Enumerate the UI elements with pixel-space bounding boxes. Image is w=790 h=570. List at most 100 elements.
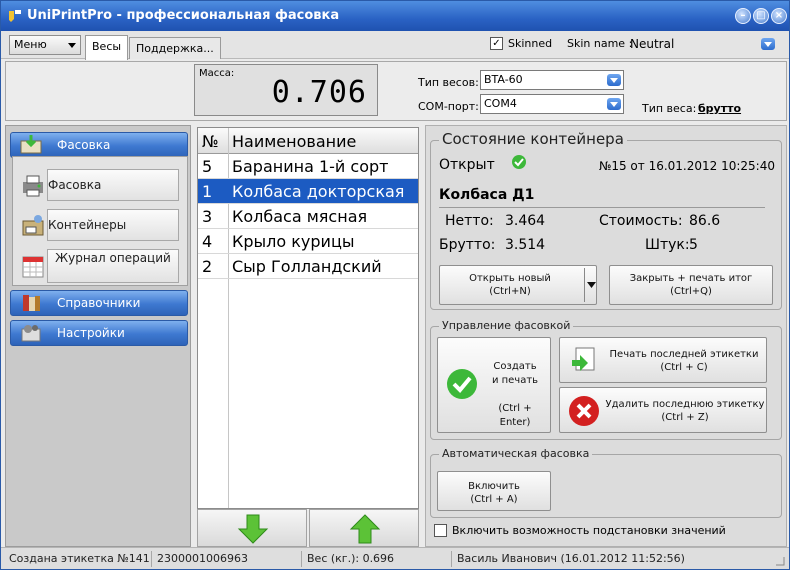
list-item[interactable]: 3 Колбаса мясная <box>198 204 418 229</box>
enable-line1: Включить <box>468 481 520 492</box>
mass-label: Масса: <box>199 68 235 79</box>
item-name: Крыло курицы <box>232 232 355 251</box>
count-value: 5 <box>689 237 698 253</box>
com-port-value: COM4 <box>484 97 517 110</box>
fasovka-submenu: Фасовка Контейнеры Журнал операций <box>12 156 188 286</box>
brutto-value: 3.514 <box>505 237 546 253</box>
nav-fasovka[interactable]: Фасовка <box>10 132 188 158</box>
netto-value: 3.464 <box>505 213 546 229</box>
close-print-text: Закрыть + печать итог (Ctrl+Q) <box>610 272 772 298</box>
list-item[interactable]: 2 Сыр Голландский <box>198 254 418 279</box>
nav-spravochniki[interactable]: Справочники <box>10 290 188 316</box>
calendar-icon <box>22 256 44 278</box>
open-new-line1: Открыть новый <box>469 273 551 284</box>
delete-last-button[interactable]: Удалить последнюю этикетку (Ctrl + Z) <box>559 387 767 433</box>
sub-label: Журнал операций <box>55 251 171 265</box>
print-last-line2: (Ctrl + C) <box>660 362 708 373</box>
arrow-up-icon <box>349 514 381 544</box>
move-down-button[interactable] <box>197 509 307 547</box>
delete-icon <box>569 396 599 426</box>
nav-nastroiki[interactable]: Настройки <box>10 320 188 346</box>
delete-last-text: Удалить последнюю этикетку (Ctrl + Z) <box>602 398 768 424</box>
status-separator <box>301 551 302 567</box>
sub-containers[interactable]: Контейнеры <box>22 209 179 241</box>
delete-last-line2: (Ctrl + Z) <box>661 412 709 423</box>
nav-label: Справочники <box>57 296 141 310</box>
dropdown-arrow-icon <box>607 74 621 86</box>
split-divider <box>584 268 585 302</box>
item-number: 2 <box>202 257 213 276</box>
printer-icon <box>23 175 43 197</box>
skinned-label: Skinned <box>508 37 553 50</box>
right-panel: Состояние контейнера Открыт №15 от 16.01… <box>425 125 787 547</box>
sub-journal[interactable]: Журнал операций <box>22 249 179 283</box>
sub-label: Фасовка <box>48 178 102 192</box>
auto-title: Автоматическая фасовка <box>439 447 593 460</box>
skin-name-label: Skin name : <box>567 37 633 50</box>
app-window: UniPrintPro - профессиональная фасовка –… <box>0 0 790 570</box>
close-print-button[interactable]: Закрыть + печать итог (Ctrl+Q) <box>609 265 773 305</box>
window-title: UniPrintPro - профессиональная фасовка <box>27 8 340 23</box>
skin-dropdown-icon[interactable] <box>761 38 775 50</box>
status-separator <box>451 551 452 567</box>
app-icon <box>9 10 21 22</box>
print-last-text: Печать последней этикетки (Ctrl + C) <box>600 348 768 374</box>
maximize-button[interactable]: □ <box>753 8 769 24</box>
dropdown-arrow-icon <box>607 98 621 110</box>
item-name: Баранина 1-й сорт <box>232 157 389 176</box>
mass-value: 0.706 <box>271 75 367 110</box>
open-new-text: Открыть новый (Ctrl+N) <box>440 272 580 298</box>
enable-auto-button[interactable]: Включить (Ctrl + A) <box>437 471 551 511</box>
chevron-down-icon[interactable] <box>587 282 596 288</box>
packing-title: Управление фасовкой <box>439 319 574 332</box>
enable-line2: (Ctrl + A) <box>470 494 518 505</box>
sub-fasovka[interactable]: Фасовка <box>23 169 179 201</box>
divider <box>439 207 765 208</box>
tab-vesy[interactable]: Весы <box>85 35 129 60</box>
tab-support[interactable]: Поддержка... <box>129 37 221 59</box>
list-item[interactable]: 1 Колбаса докторская <box>198 179 418 204</box>
status-bar: Создана этикетка №141 2300001006963 Вес … <box>1 547 789 569</box>
status-weight: Вес (кг.): 0.696 <box>307 552 395 565</box>
auto-packing-group: Автоматическая фасовка Включить (Ctrl + A… <box>430 447 782 518</box>
menu-bar: Меню Весы Поддержка... ✓ Skinned Skin na… <box>1 31 789 60</box>
item-number: 1 <box>202 182 213 201</box>
print-label-icon <box>572 347 595 371</box>
list-item[interactable]: 5 Баранина 1-й сорт <box>198 154 418 179</box>
move-up-button[interactable] <box>309 509 419 547</box>
container-product: Колбаса Д1 <box>439 187 535 203</box>
print-last-button[interactable]: Печать последней этикетки (Ctrl + C) <box>559 337 767 383</box>
skinned-checkbox[interactable]: ✓ <box>490 37 503 50</box>
print-last-line1: Печать последней этикетки <box>609 349 759 360</box>
weight-type-link[interactable]: брутто <box>698 102 741 115</box>
enable-auto-text: Включить (Ctrl + A) <box>438 480 550 506</box>
com-port-select[interactable]: COM4 <box>480 94 624 114</box>
list-header: № Наименование <box>198 128 418 154</box>
menu-dropdown[interactable]: Меню <box>9 35 81 55</box>
list-item[interactable]: 4 Крыло курицы <box>198 229 418 254</box>
resize-grip-icon[interactable] <box>773 554 785 566</box>
minimize-button[interactable]: – <box>735 8 751 24</box>
cost-label: Стоимость: <box>599 213 683 229</box>
menu-label: Меню <box>14 38 47 51</box>
item-name: Колбаса докторская <box>232 182 405 201</box>
close-button[interactable]: × <box>771 8 787 24</box>
item-number: 5 <box>202 157 213 176</box>
status-label: Создана этикетка №141 <box>9 552 150 565</box>
product-list[interactable]: № Наименование 5 Баранина 1-й сорт 1 Колбас… <box>197 127 419 509</box>
scale-type-select[interactable]: BTA-60 <box>480 70 624 90</box>
item-name: Сыр Голландский <box>232 257 382 276</box>
status-user: Василь Иванович (16.01.2012 11:52:56) <box>457 552 685 565</box>
tab-label: Поддержка... <box>136 42 214 55</box>
close-print-line2: (Ctrl+Q) <box>670 286 712 297</box>
check-ok-icon <box>447 369 477 399</box>
substitute-checkbox[interactable] <box>434 524 447 537</box>
nav-panel: Фасовка Фасовка Контейнеры Журнал операц… <box>5 125 191 547</box>
packing-group: Управление фасовкой Создать и печать (Ctrl… <box>430 319 782 440</box>
create-print-button[interactable]: Создать и печать (Ctrl + Enter) <box>437 337 551 433</box>
arrow-down-icon <box>237 514 269 544</box>
archive-box-icon <box>22 215 44 236</box>
open-new-button[interactable]: Открыть новый (Ctrl+N) <box>439 265 597 305</box>
settings-icon <box>21 325 41 342</box>
chevron-down-icon <box>68 43 76 48</box>
